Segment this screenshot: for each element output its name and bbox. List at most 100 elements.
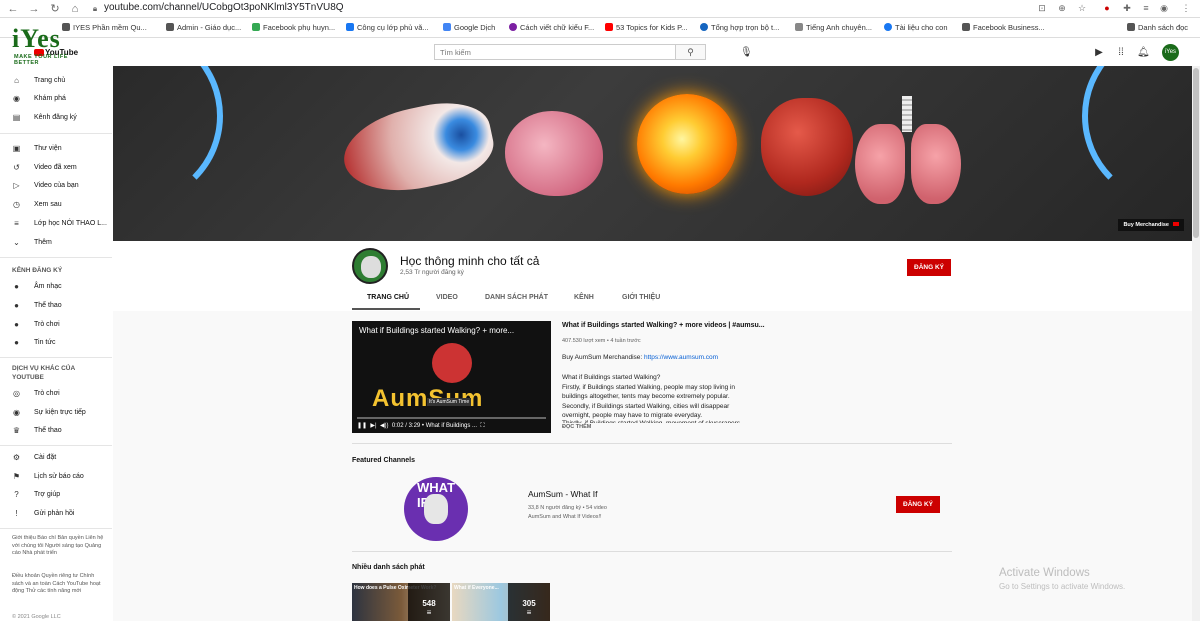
sidebar-item-your-videos[interactable]: ▷ Video của bạn bbox=[12, 181, 78, 195]
account-avatar[interactable]: iYes bbox=[1162, 44, 1179, 61]
tab-channels[interactable]: KÊNH bbox=[574, 294, 594, 301]
home-icon[interactable]: ⌂ bbox=[68, 2, 82, 16]
playlist-thumbnail[interactable]: How does a Pulse Oximeter Work? 548 ≡ bbox=[352, 583, 450, 621]
subscribe-button[interactable]: ĐĂNG KÝ bbox=[907, 259, 951, 276]
video-progress-bar[interactable] bbox=[357, 417, 546, 419]
gaming-icon: ● bbox=[14, 320, 19, 329]
sidebar-item-home[interactable]: ⌂ Trang chủ bbox=[12, 76, 65, 90]
search-icon[interactable]: ⚲ bbox=[675, 45, 705, 59]
sidebar-item-gaming[interactable]: ● Trò chơi bbox=[12, 320, 60, 334]
bookmark-icon bbox=[509, 23, 517, 31]
bookmark-icon bbox=[962, 23, 970, 31]
bookmark-item[interactable]: Công cụ lớp phủ vă... bbox=[346, 23, 429, 32]
sidebar-item-report-history[interactable]: ⚑ Lịch sử báo cáo bbox=[12, 472, 84, 486]
next-icon[interactable]: ▶︎| bbox=[370, 423, 376, 429]
playlist-thumbnail[interactable]: What if Everyone... 305 ≡ bbox=[452, 583, 550, 621]
apps-icon[interactable]: ⁞⁞ bbox=[1115, 47, 1127, 59]
translate-icon[interactable]: ⊡ bbox=[1036, 3, 1048, 15]
notifications-icon[interactable]: 🔔︎ bbox=[1137, 47, 1150, 59]
bookmark-item[interactable]: 53 Topics for Kids P... bbox=[605, 23, 687, 32]
sidebar-item-sport[interactable]: ♛ Thể thao bbox=[12, 426, 62, 440]
music-icon: ● bbox=[14, 282, 19, 291]
pause-icon[interactable]: ❚❚ bbox=[357, 423, 367, 429]
scrollbar-thumb[interactable] bbox=[1193, 68, 1199, 238]
reading-list[interactable]: Danh sách đọc bbox=[1127, 23, 1188, 32]
tab-playlists[interactable]: DANH SÁCH PHÁT bbox=[485, 294, 548, 301]
bookmark-item[interactable]: Tiếng Anh chuyên... bbox=[795, 23, 872, 32]
channel-avatar[interactable] bbox=[352, 248, 388, 284]
description-line: Secondly, if Buildings started Walking, … bbox=[562, 402, 730, 410]
bookmark-item[interactable]: Facebook Business... bbox=[962, 23, 1045, 32]
sidebar-item-sports[interactable]: ● Thể thao bbox=[12, 301, 62, 315]
lock-icon[interactable]: 🔒︎ bbox=[88, 2, 102, 16]
tab-videos[interactable]: VIDEO bbox=[436, 294, 458, 301]
featured-video-player[interactable]: What if Buildings started Walking? + mor… bbox=[352, 321, 551, 433]
microphone-icon[interactable]: 🎙︎ bbox=[740, 47, 753, 58]
buy-merchandise-link[interactable]: Buy Merchandise bbox=[1118, 219, 1184, 231]
character-face bbox=[424, 494, 448, 524]
more-heading: DỊCH VỤ KHÁC CỦA YOUTUBE bbox=[12, 365, 75, 381]
read-more-link[interactable]: ĐỌC THÊM bbox=[562, 424, 591, 430]
sidebar-item-watch-later[interactable]: ◷ Xem sau bbox=[12, 200, 62, 214]
bookmark-item[interactable]: Admin - Giáo dục... bbox=[166, 23, 241, 32]
bookmark-item[interactable]: Facebook phụ huyn... bbox=[252, 23, 335, 32]
channel-banner: Buy Merchandise bbox=[113, 66, 1192, 241]
active-tab-indicator bbox=[352, 308, 420, 310]
sidebar-item-help[interactable]: ? Trợ giúp bbox=[12, 490, 60, 504]
reading-list-icon[interactable]: ≡ bbox=[1140, 3, 1152, 15]
footer-links-2[interactable]: Điều khoản Quyền riêng tư Chính sách và … bbox=[12, 573, 107, 596]
extension-badge-icon[interactable]: ● bbox=[1101, 3, 1113, 15]
search-input[interactable] bbox=[435, 45, 675, 59]
bookmark-item[interactable]: Google Dịch bbox=[443, 23, 495, 32]
sidebar-item-history[interactable]: ↺ Video đã xem bbox=[12, 163, 77, 177]
sidebar-item-explore[interactable]: ◉ Khám phá bbox=[12, 94, 66, 108]
fullscreen-icon[interactable]: ⛶ bbox=[480, 423, 484, 429]
video-description-title[interactable]: What if Buildings started Walking? + mor… bbox=[562, 322, 765, 329]
sidebar-item-music[interactable]: ● Âm nhạc bbox=[12, 282, 62, 296]
featured-channel-avatar[interactable]: WHAT IF bbox=[404, 477, 468, 541]
facebook-icon bbox=[346, 23, 354, 31]
live-icon: ◉ bbox=[13, 408, 20, 417]
logo-tagline: MAKE YOUR LIFE BETTER bbox=[14, 54, 68, 66]
iyes-logo[interactable]: iYes YouTube MAKE YOUR LIFE BETTER bbox=[12, 26, 94, 67]
sidebar-item-more[interactable]: ⌄ Thêm bbox=[12, 238, 52, 252]
reload-icon[interactable]: ↻ bbox=[48, 2, 62, 16]
zoom-icon[interactable]: ⊕ bbox=[1056, 3, 1068, 15]
subscriber-count: 2,53 Tr người đăng ký bbox=[400, 269, 464, 276]
volume-icon[interactable]: ◀︎)) bbox=[380, 423, 389, 429]
reading-list-icon bbox=[1127, 23, 1135, 31]
history-icon: ↺ bbox=[13, 163, 20, 172]
address-bar[interactable]: youtube.com/channel/UCobgOt3poNKlml3Y5Tn… bbox=[104, 2, 344, 13]
create-video-icon[interactable]: ▶︎ bbox=[1093, 47, 1105, 59]
merch-link[interactable]: https://www.aumsum.com bbox=[644, 354, 718, 361]
compass-icon: ◉ bbox=[13, 94, 20, 103]
extensions-icon[interactable]: ✚ bbox=[1121, 3, 1133, 15]
divider bbox=[0, 133, 112, 134]
sidebar-item-subscriptions[interactable]: ▤ Kênh đăng ký bbox=[12, 113, 77, 127]
footer-links-1[interactable]: Giới thiệu Báo chí Bản quyền Liên hệ với… bbox=[12, 535, 107, 558]
character-face bbox=[361, 256, 381, 278]
copyright: © 2021 Google LLC bbox=[12, 614, 61, 620]
featured-channel-name[interactable]: AumSum - What If bbox=[528, 489, 597, 499]
featured-subscribe-button[interactable]: ĐĂNG KÝ bbox=[896, 496, 940, 513]
forward-icon[interactable]: → bbox=[27, 2, 41, 16]
menu-icon[interactable]: ⋮ bbox=[1180, 3, 1192, 15]
sidebar-item-feedback[interactable]: ! Gửi phản hồi bbox=[12, 509, 74, 523]
tab-about[interactable]: GIỚI THIỆU bbox=[622, 294, 660, 301]
bookmark-item[interactable]: Tổng hợp trọn bộ t... bbox=[700, 23, 779, 32]
sidebar-item-live[interactable]: ◉ Sự kiện trực tiếp bbox=[12, 408, 86, 422]
star-icon[interactable]: ☆ bbox=[1076, 3, 1088, 15]
sidebar-item-news[interactable]: ● Tin tức bbox=[12, 338, 55, 352]
bookmark-item[interactable]: Tài liệu cho con bbox=[884, 23, 948, 32]
profile-icon[interactable]: ◉ bbox=[1158, 3, 1170, 15]
playlist-count: 548 ≡ bbox=[408, 583, 450, 621]
sidebar-item-games[interactable]: ◎ Trò chơi bbox=[12, 389, 60, 403]
home-icon: ⌂ bbox=[14, 76, 19, 85]
youtube-icon bbox=[605, 23, 613, 31]
sidebar-item-playlist[interactable]: ≡ Lớp học NÓI THAO L... bbox=[12, 219, 107, 233]
sidebar-item-settings[interactable]: ⚙︎ Cài đặt bbox=[12, 453, 56, 467]
bookmark-item[interactable]: Cách viết chữ kiểu F... bbox=[509, 23, 594, 32]
back-icon[interactable]: ← bbox=[6, 2, 20, 16]
sidebar-item-library[interactable]: ▣ Thư viện bbox=[12, 144, 62, 158]
tab-home[interactable]: TRANG CHỦ bbox=[367, 294, 409, 301]
